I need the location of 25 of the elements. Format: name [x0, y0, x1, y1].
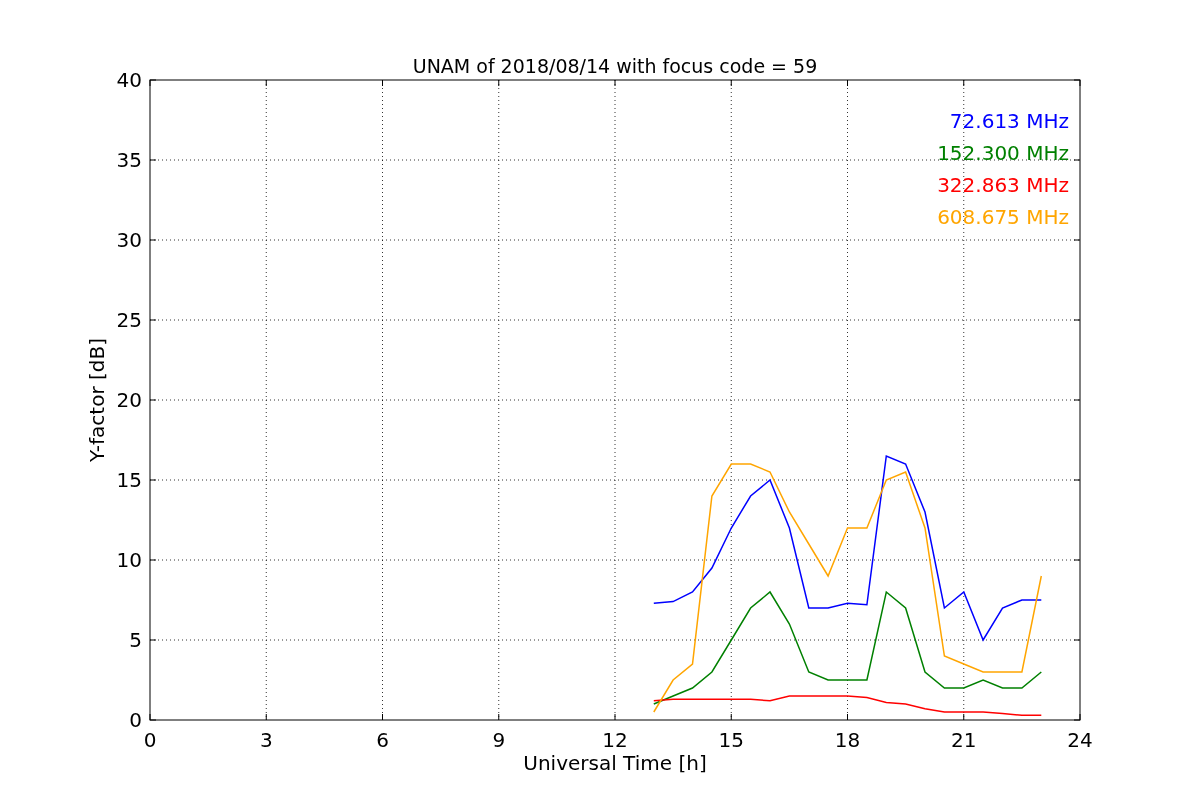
x-tick-label: 18: [834, 728, 861, 752]
y-tick-label: 35: [116, 148, 142, 172]
y-tick-label: 30: [116, 228, 142, 252]
legend-label: 72.613 MHz: [949, 109, 1069, 133]
legend-label: 322.863 MHz: [937, 173, 1069, 197]
legend-label: 152.300 MHz: [937, 141, 1069, 165]
x-axis-label: Universal Time [h]: [523, 751, 707, 775]
x-tick-label: 0: [143, 728, 157, 752]
x-tick-label: 9: [492, 728, 506, 752]
x-tick-label: 24: [1067, 728, 1093, 752]
x-tick-label: 3: [259, 728, 273, 752]
x-tick-label: 15: [718, 728, 744, 752]
y-tick-label: 25: [116, 308, 142, 332]
x-tick-label: 21: [951, 728, 977, 752]
chart-title: UNAM of 2018/08/14 with focus code = 59: [412, 55, 818, 77]
x-tick-label: 12: [602, 728, 628, 752]
legend-label: 608.675 MHz: [937, 205, 1069, 229]
y-tick-label: 20: [116, 388, 142, 412]
y-axis-label: Y-factor [dB]: [85, 338, 109, 462]
x-tick-label: 6: [376, 728, 389, 752]
y-tick-label: 5: [129, 628, 142, 652]
y-tick-label: 10: [116, 548, 142, 572]
y-tick-label: 0: [129, 708, 142, 732]
y-tick-label: 15: [116, 468, 142, 492]
y-tick-label: 40: [116, 68, 142, 92]
